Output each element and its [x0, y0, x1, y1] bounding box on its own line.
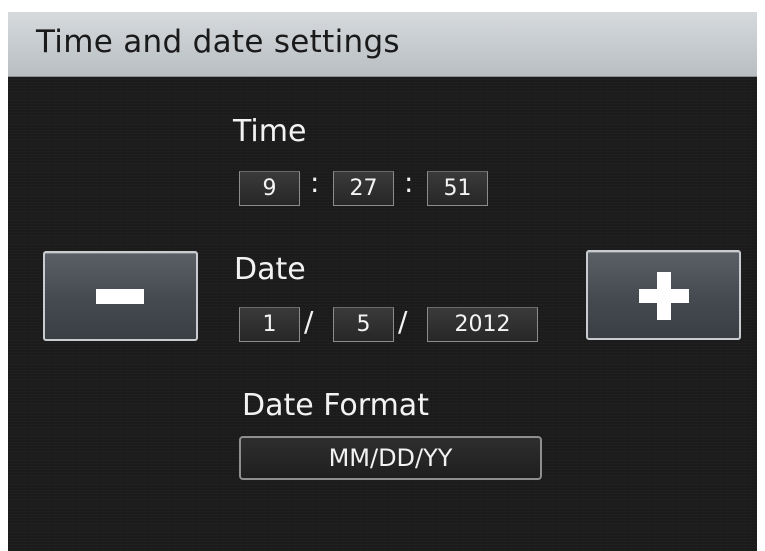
- seconds-field[interactable]: 51: [427, 171, 488, 206]
- time-date-settings-screen: Time and date settings Time 9 : 27 : 51 …: [8, 12, 757, 551]
- year-field[interactable]: 2012: [427, 307, 538, 342]
- plus-icon-vertical: [657, 272, 671, 320]
- decrement-button[interactable]: [43, 251, 198, 341]
- page-title: Time and date settings: [36, 24, 400, 60]
- time-separator: :: [404, 166, 414, 199]
- minus-icon: [96, 289, 144, 304]
- day-field[interactable]: 5: [333, 307, 394, 342]
- month-field[interactable]: 1: [239, 307, 300, 342]
- title-bar: Time and date settings: [8, 12, 757, 77]
- increment-button[interactable]: [586, 250, 741, 340]
- time-separator: :: [310, 166, 320, 199]
- date-format-button[interactable]: MM/DD/YY: [239, 436, 542, 480]
- date-label: Date: [234, 252, 306, 287]
- minutes-field[interactable]: 27: [333, 171, 394, 206]
- date-separator: /: [398, 305, 408, 338]
- date-format-label: Date Format: [242, 388, 429, 423]
- date-separator: /: [304, 305, 314, 338]
- hours-field[interactable]: 9: [239, 171, 300, 206]
- time-label: Time: [233, 114, 307, 149]
